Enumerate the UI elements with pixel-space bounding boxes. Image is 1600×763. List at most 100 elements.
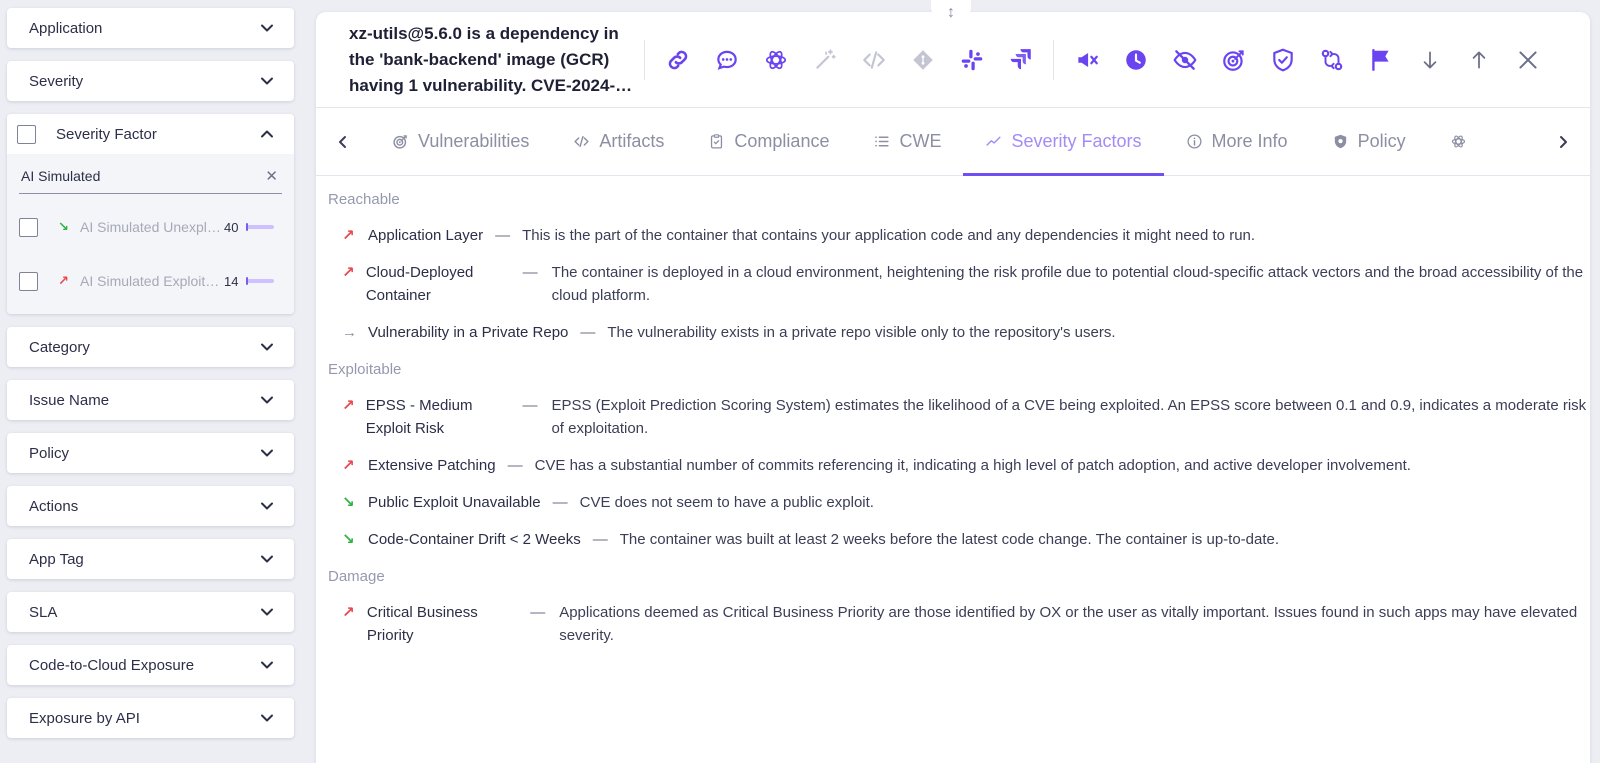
severity-factor-row: ↗ EPSS - Medium Exploit Risk — EPSS (Expl… bbox=[328, 394, 1590, 440]
section-title: Reachable bbox=[328, 191, 400, 208]
factor-name: Public Exploit Unavailable bbox=[368, 494, 541, 511]
filter-issue-name[interactable]: Issue Name bbox=[7, 380, 294, 420]
arrow-up-button[interactable] bbox=[1454, 40, 1503, 80]
trend-down-icon: ↘ bbox=[58, 219, 69, 234]
arrow-up-icon bbox=[1472, 51, 1485, 68]
target-button[interactable] bbox=[1209, 40, 1258, 80]
tabs-scroll-left[interactable] bbox=[316, 108, 370, 175]
shield-check-icon bbox=[1272, 48, 1293, 71]
trend-up-icon: ↗ bbox=[342, 457, 355, 474]
shield-check-button[interactable] bbox=[1258, 40, 1307, 80]
hide-button[interactable] bbox=[1160, 40, 1209, 80]
magic-wand-icon bbox=[815, 48, 836, 69]
chevron-down-icon bbox=[261, 396, 273, 404]
filter-option[interactable]: ↘ AI Simulated Unexploitable 40 bbox=[19, 200, 282, 254]
factor-description: Applications deemed as Critical Business… bbox=[559, 604, 1578, 644]
sync-icon bbox=[1321, 49, 1342, 70]
filter-code-to-cloud-exposure[interactable]: Code-to-Cloud Exposure bbox=[7, 645, 294, 685]
tab-compliance[interactable]: Compliance bbox=[686, 108, 851, 175]
option-label: AI Simulated Unexploitable bbox=[80, 219, 222, 235]
factor-name: Cloud-Deployed Container bbox=[365, 264, 474, 304]
filter-policy[interactable]: Policy bbox=[7, 433, 294, 473]
slack-icon bbox=[961, 49, 982, 70]
factor-separator: — bbox=[522, 397, 538, 414]
tab-label: Compliance bbox=[734, 131, 830, 151]
clear-icon[interactable]: ✕ bbox=[265, 167, 278, 185]
factor-description: The container is deployed in a cloud env… bbox=[551, 264, 1584, 304]
arrow-down-button[interactable] bbox=[1405, 40, 1454, 80]
filter-app-tag[interactable]: App Tag bbox=[7, 539, 294, 579]
filter-header-severity-factor[interactable]: Severity Factor bbox=[7, 114, 294, 154]
severity-factors-content: Reachable ↗ Application Layer — This is th… bbox=[316, 176, 1590, 647]
code-button[interactable] bbox=[849, 40, 898, 80]
filter-sidebar: Application Severity Severity Factor ✕ ↘ … bbox=[7, 8, 294, 751]
select-all-checkbox[interactable] bbox=[17, 124, 36, 144]
factor-separator: — bbox=[522, 264, 538, 281]
filter-sla[interactable]: SLA bbox=[7, 592, 294, 632]
info-icon bbox=[1187, 134, 1202, 149]
factor-name: Code-Container Drift < 2 Weeks bbox=[368, 531, 581, 548]
ai-button[interactable] bbox=[751, 40, 800, 80]
chevron-down-icon bbox=[261, 661, 273, 669]
option-bar-fill bbox=[246, 223, 248, 231]
tab-cwe[interactable]: CWE bbox=[851, 108, 963, 175]
issue-title: xz-utils@5.6.0 is a dependency in the 'b… bbox=[349, 23, 619, 95]
tab-more-info[interactable]: More Info bbox=[1164, 108, 1310, 175]
filter-exposure-by-api[interactable]: Exposure by API bbox=[7, 698, 294, 738]
factor-name: Application Layer bbox=[368, 227, 484, 244]
filter-actions[interactable]: Actions bbox=[7, 486, 294, 526]
comment-button[interactable] bbox=[702, 40, 751, 80]
filter-application[interactable]: Application bbox=[7, 8, 294, 48]
tab-vulnerabilities[interactable]: Vulnerabilities bbox=[370, 108, 551, 175]
severity-factor-row: ↗ Extensive Patching — CVE has a substant… bbox=[328, 454, 1590, 477]
factor-name: Vulnerability in a Private Repo bbox=[368, 324, 569, 341]
chevron-down-icon bbox=[261, 77, 273, 85]
mute-button[interactable] bbox=[1062, 40, 1111, 80]
magic-wand-button[interactable] bbox=[800, 40, 849, 80]
option-bar-fill bbox=[246, 277, 248, 285]
chevron-down-icon bbox=[261, 343, 273, 351]
tab-ai[interactable] bbox=[1428, 108, 1467, 175]
flag-icon bbox=[1371, 48, 1389, 71]
chevron-down-icon bbox=[261, 714, 273, 722]
clock-button[interactable] bbox=[1111, 40, 1160, 80]
option-checkbox[interactable] bbox=[19, 271, 38, 291]
trend-up-icon: ↗ bbox=[342, 604, 355, 621]
git-button[interactable] bbox=[898, 40, 947, 80]
filter-search-input[interactable] bbox=[21, 167, 251, 184]
filter-category[interactable]: Category bbox=[7, 327, 294, 367]
tab-artifacts[interactable]: Artifacts bbox=[551, 108, 686, 175]
tab-severity-factors[interactable]: Severity Factors bbox=[963, 108, 1164, 176]
filter-label: Policy bbox=[29, 444, 70, 462]
link-button[interactable] bbox=[653, 40, 702, 80]
tabs-scroll-right[interactable] bbox=[1556, 108, 1570, 175]
chevron-left-icon bbox=[339, 135, 346, 148]
code-icon bbox=[574, 135, 589, 148]
hide-icon bbox=[1172, 49, 1197, 70]
slack-button[interactable] bbox=[947, 40, 996, 80]
factor-separator: — bbox=[552, 494, 568, 511]
filter-severity-factor: Severity Factor ✕ ↘ AI Simulated Unexplo… bbox=[7, 114, 294, 314]
toolbar bbox=[653, 39, 1552, 80]
factor-separator: — bbox=[592, 531, 608, 548]
divider bbox=[1053, 39, 1054, 80]
clipboard-icon bbox=[711, 134, 723, 149]
filter-search: ✕ bbox=[19, 158, 282, 194]
section-title: Damage bbox=[328, 568, 385, 585]
list-icon bbox=[875, 136, 890, 147]
filter-option[interactable]: ↗ AI Simulated Exploitable 14 bbox=[19, 254, 282, 308]
option-checkbox[interactable] bbox=[19, 217, 38, 237]
close-button[interactable] bbox=[1503, 40, 1552, 80]
trend-icon bbox=[986, 136, 1002, 146]
tab-policy[interactable]: Policy bbox=[1310, 108, 1428, 175]
chevron-down-icon bbox=[261, 449, 273, 457]
jira-button[interactable] bbox=[996, 40, 1045, 80]
tab-label: Vulnerabilities bbox=[418, 131, 530, 151]
flag-button[interactable] bbox=[1356, 40, 1405, 80]
option-bar bbox=[246, 277, 274, 285]
factor-description: The container was built at least 2 weeks… bbox=[619, 531, 1280, 548]
factor-separator: — bbox=[580, 324, 596, 341]
filter-severity[interactable]: Severity bbox=[7, 61, 294, 101]
sync-button[interactable] bbox=[1307, 40, 1356, 80]
trend-neutral-icon: → bbox=[342, 324, 357, 341]
